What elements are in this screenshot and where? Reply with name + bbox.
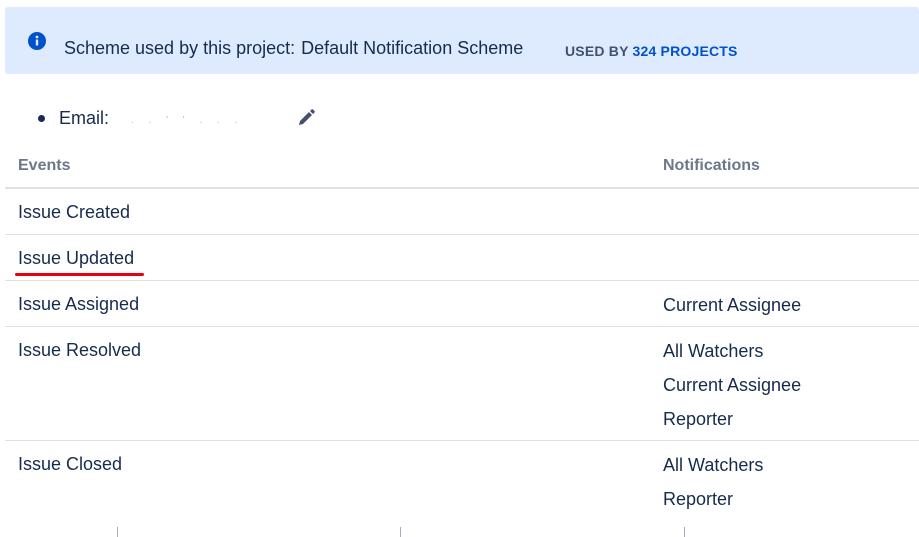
recipient: Current Assignee xyxy=(663,295,802,315)
event-name: Issue Assigned xyxy=(18,294,140,314)
event-name: Issue Resolved xyxy=(18,340,142,360)
table-row: Issue Updated xyxy=(5,235,919,281)
scheme-info-banner: Scheme used by this project: Default Noti… xyxy=(5,7,919,74)
recipient: All Watchers xyxy=(663,341,764,361)
recipient: All Watchers xyxy=(663,455,764,475)
notification-recipients: Current Assignee xyxy=(663,294,801,328)
notification-scheme-page: Scheme used by this project: Default Noti… xyxy=(0,0,919,537)
used-by-label: USED BY xyxy=(565,43,629,59)
recipient: Reporter xyxy=(663,489,734,509)
notifications-table: Events Notifications Issue Created Issue… xyxy=(5,145,919,531)
table-row: Issue Resolved All Watchers Current Assi… xyxy=(5,327,919,441)
column-divider[interactable] xyxy=(117,527,118,537)
info-icon xyxy=(28,32,46,50)
scheme-message: Scheme used by this project: Default Noti… xyxy=(64,38,523,59)
recipient: Current Assignee xyxy=(663,375,802,395)
table-row: Issue Assigned Current Assignee xyxy=(5,281,919,327)
scheme-name: Default Notification Scheme xyxy=(301,38,524,58)
notifications-column-header: Notifications xyxy=(663,157,760,174)
red-underline-annotation xyxy=(15,273,144,276)
recipient: Reporter xyxy=(663,409,734,429)
email-value-redacted: . . ' ' . . . xyxy=(131,115,244,126)
event-name: Issue Created xyxy=(18,202,131,222)
table-header: Events Notifications xyxy=(5,145,919,189)
notification-recipients: All Watchers Current Assignee Reporter xyxy=(663,340,801,442)
list-bullet xyxy=(38,115,45,122)
notification-recipients: All Watchers Reporter xyxy=(663,454,763,522)
events-column-header: Events xyxy=(18,157,71,174)
pencil-icon[interactable] xyxy=(296,108,316,128)
table-row: Issue Closed All Watchers Reporter xyxy=(5,441,919,531)
event-name: Issue Closed xyxy=(18,454,123,474)
column-divider[interactable] xyxy=(684,527,685,537)
column-divider[interactable] xyxy=(400,527,401,537)
event-name: Issue Updated xyxy=(18,248,135,268)
used-by-projects-link[interactable]: 324 PROJECTS xyxy=(632,43,737,59)
scheme-lead-text: Scheme used by this project: xyxy=(64,38,296,58)
table-row: Issue Created xyxy=(5,189,919,235)
email-label: Email: xyxy=(59,108,110,128)
used-by-projects: USED BY 324 PROJECTS xyxy=(565,43,738,59)
